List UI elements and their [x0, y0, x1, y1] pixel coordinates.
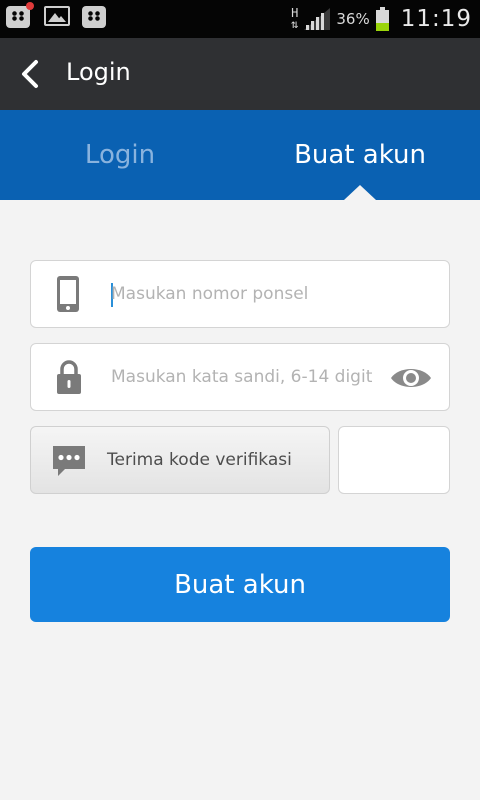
- chevron-left-icon: [22, 60, 38, 88]
- phone-field[interactable]: [30, 260, 450, 328]
- password-field[interactable]: [30, 343, 450, 411]
- bbm-icon: [82, 6, 110, 30]
- selected-tab-indicator: [344, 185, 376, 200]
- phone-icon: [55, 275, 83, 313]
- create-account-button[interactable]: Buat akun: [30, 547, 450, 622]
- verification-code-field[interactable]: [338, 426, 450, 494]
- image-icon: [44, 6, 72, 30]
- tab-bar: Login Buat akun: [0, 110, 480, 200]
- back-button[interactable]: [14, 54, 50, 94]
- verification-button-label: Terima kode verifikasi: [107, 450, 292, 470]
- page-title: Login: [66, 58, 131, 86]
- system-status: H ⇅ 36% 11:19: [291, 2, 472, 36]
- eye-icon[interactable]: [389, 364, 433, 392]
- status-bar: H ⇅ 36% 11:19: [0, 0, 480, 38]
- data-arrows-icon: H ⇅: [291, 6, 299, 31]
- lock-icon: [55, 358, 83, 396]
- battery-icon: [375, 7, 389, 31]
- signal-icon: [304, 8, 331, 30]
- password-input[interactable]: [111, 344, 381, 410]
- phone-input[interactable]: [111, 261, 431, 327]
- clock: 11:19: [400, 6, 472, 32]
- get-verification-code-button[interactable]: Terima kode verifikasi: [30, 426, 330, 494]
- message-icon: [51, 443, 87, 479]
- verification-code-input[interactable]: [339, 427, 449, 493]
- bbm-notification-icon: [6, 2, 34, 30]
- notification-icons: [6, 2, 110, 30]
- tab-login[interactable]: Login: [0, 110, 240, 200]
- battery-percent: 36%: [336, 10, 370, 28]
- action-bar: Login: [0, 38, 480, 110]
